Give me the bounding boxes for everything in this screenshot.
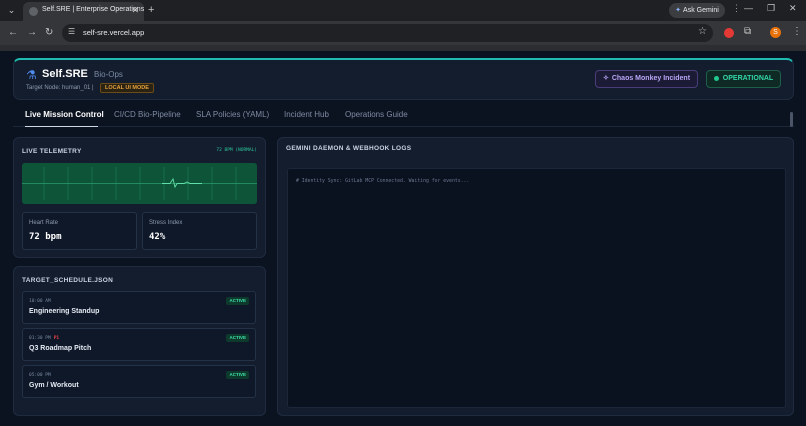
forward-icon[interactable]: → [27,26,37,40]
chaos-label: Chaos Monkey Incident [611,75,691,82]
minimize-icon[interactable]: — [744,3,753,13]
profile-avatar[interactable]: S [770,27,781,38]
log-line: # Identity Sync: GitLab MCP Connected. W… [296,179,470,184]
stress-index-label: Stress Index [149,220,183,226]
schedule-time: 05:00 PM [29,373,51,378]
schedule-name: Q3 Roadmap Pitch [29,345,92,352]
schedule-name: Gym / Workout [29,382,79,389]
window-close-icon[interactable]: ✕ [789,3,797,14]
chaos-monkey-button[interactable]: ✧ Chaos Monkey Incident [595,70,698,88]
ask-gemini-label: Ask Gemini [683,7,719,14]
brand-subtitle: Bio-Ops [94,70,123,79]
schedule-time: 01:30 PM [29,336,51,341]
schedule-panel: TARGET_SCHEDULE.JSON 10:00 AM Engineerin… [13,266,266,416]
schedule-status-badge: ACTIVE [226,297,249,305]
stress-index-card: Stress Index 42% [142,212,257,250]
tab-search-icon[interactable]: ⌄ [4,3,19,18]
status-label: OPERATIONAL [722,75,774,82]
tab-cicd-bio-pipeline[interactable]: CI/CD Bio-Pipeline [114,110,181,119]
heart-rate-value: 72 bpm [29,232,62,242]
extensions-puzzle-icon[interactable]: ⧉ [744,26,751,37]
header-card: ⚗ Self.SRE Bio-Ops Target Node: human_01… [13,58,794,100]
scrollbar-thumb[interactable] [790,112,793,127]
favicon-icon [29,7,38,16]
tab-incident-hub[interactable]: Incident Hub [284,110,329,119]
browser-menu-icon[interactable]: ⋮ [792,26,802,37]
heart-rate-label: Heart Rate [29,220,59,226]
mode-badge: LOCAL UI MODE [100,83,154,93]
tab-menu-icon[interactable]: ⋮ [732,3,741,14]
url-text[interactable]: self-sre.vercel.app [83,28,144,37]
log-console[interactable]: # Identity Sync: GitLab MCP Connected. W… [287,168,786,408]
extension-icon[interactable] [724,28,734,38]
tab-title: Self.SRE | Enterprise Operations [42,6,145,13]
main-tabs: Live Mission Control CI/CD Bio-Pipeline … [13,107,794,127]
schedule-item[interactable]: 10:00 AM Engineering Standup ACTIVE [22,291,256,324]
schedule-name: Engineering Standup [29,308,100,315]
logs-title: GEMINI DAEMON & WEBHOOK LOGS [286,145,412,152]
browser-tab[interactable]: Self.SRE | Enterprise Operations ✕ [23,2,144,21]
schedule-title: TARGET_SCHEDULE.JSON [22,277,114,284]
reload-icon[interactable]: ↻ [45,26,53,40]
app-root: ⚗ Self.SRE Bio-Ops Target Node: human_01… [0,51,806,426]
status-badge: OPERATIONAL [706,70,781,88]
heart-rate-card: Heart Rate 72 bpm [22,212,137,250]
logs-panel: GEMINI DAEMON & WEBHOOK LOGS # Identity … [277,137,794,416]
priority-badge: P1 [53,336,60,341]
schedule-status-badge: ACTIVE [226,371,249,379]
restore-icon[interactable]: ❐ [767,3,775,14]
active-tab-indicator [25,126,98,127]
flask-icon: ⚗ [26,68,37,82]
new-tab-button[interactable]: + [148,3,154,17]
browser-tab-strip: ⌄ Self.SRE | Enterprise Operations ✕ + ✦… [0,0,806,21]
tab-close-icon[interactable]: ✕ [131,5,139,16]
back-icon[interactable]: ← [8,26,18,40]
telemetry-panel: LIVE TELEMETRY 72 BPM (NORMAL) Heart Rat… [13,137,266,258]
ask-gemini-button[interactable]: ✦ Ask Gemini [669,3,725,18]
stress-index-value: 42% [149,232,166,242]
site-settings-icon[interactable]: ☰ [68,27,75,36]
ecg-waveform [22,163,257,204]
bookmark-star-icon[interactable]: ☆ [698,26,707,37]
brand-name: Self.SRE [42,68,88,80]
address-bar-row: ← → ↻ ☰ self-sre.vercel.app ☆ [0,21,806,45]
gemini-spark-icon: ✦ [675,7,682,14]
tab-sla-policies[interactable]: SLA Policies (YAML) [196,110,269,119]
schedule-status-badge: ACTIVE [226,334,249,342]
sparkle-icon: ✧ [602,75,609,82]
schedule-time: 10:00 AM [29,299,51,304]
target-node: Target Node: human_01 | [26,85,94,91]
bpm-status: 72 BPM (NORMAL) [216,148,257,153]
schedule-time-row: 01:30 PM P1 [29,336,59,341]
schedule-item[interactable]: 05:00 PM Gym / Workout ACTIVE [22,365,256,398]
status-dot-icon [713,75,719,81]
omnibox[interactable]: ☰ self-sre.vercel.app ☆ [62,24,713,42]
tab-operations-guide[interactable]: Operations Guide [345,110,408,119]
tab-live-mission-control[interactable]: Live Mission Control [25,110,104,119]
ecg-chart [22,163,257,204]
telemetry-title: LIVE TELEMETRY [22,148,82,155]
schedule-item[interactable]: 01:30 PM P1 Q3 Roadmap Pitch ACTIVE [22,328,256,361]
